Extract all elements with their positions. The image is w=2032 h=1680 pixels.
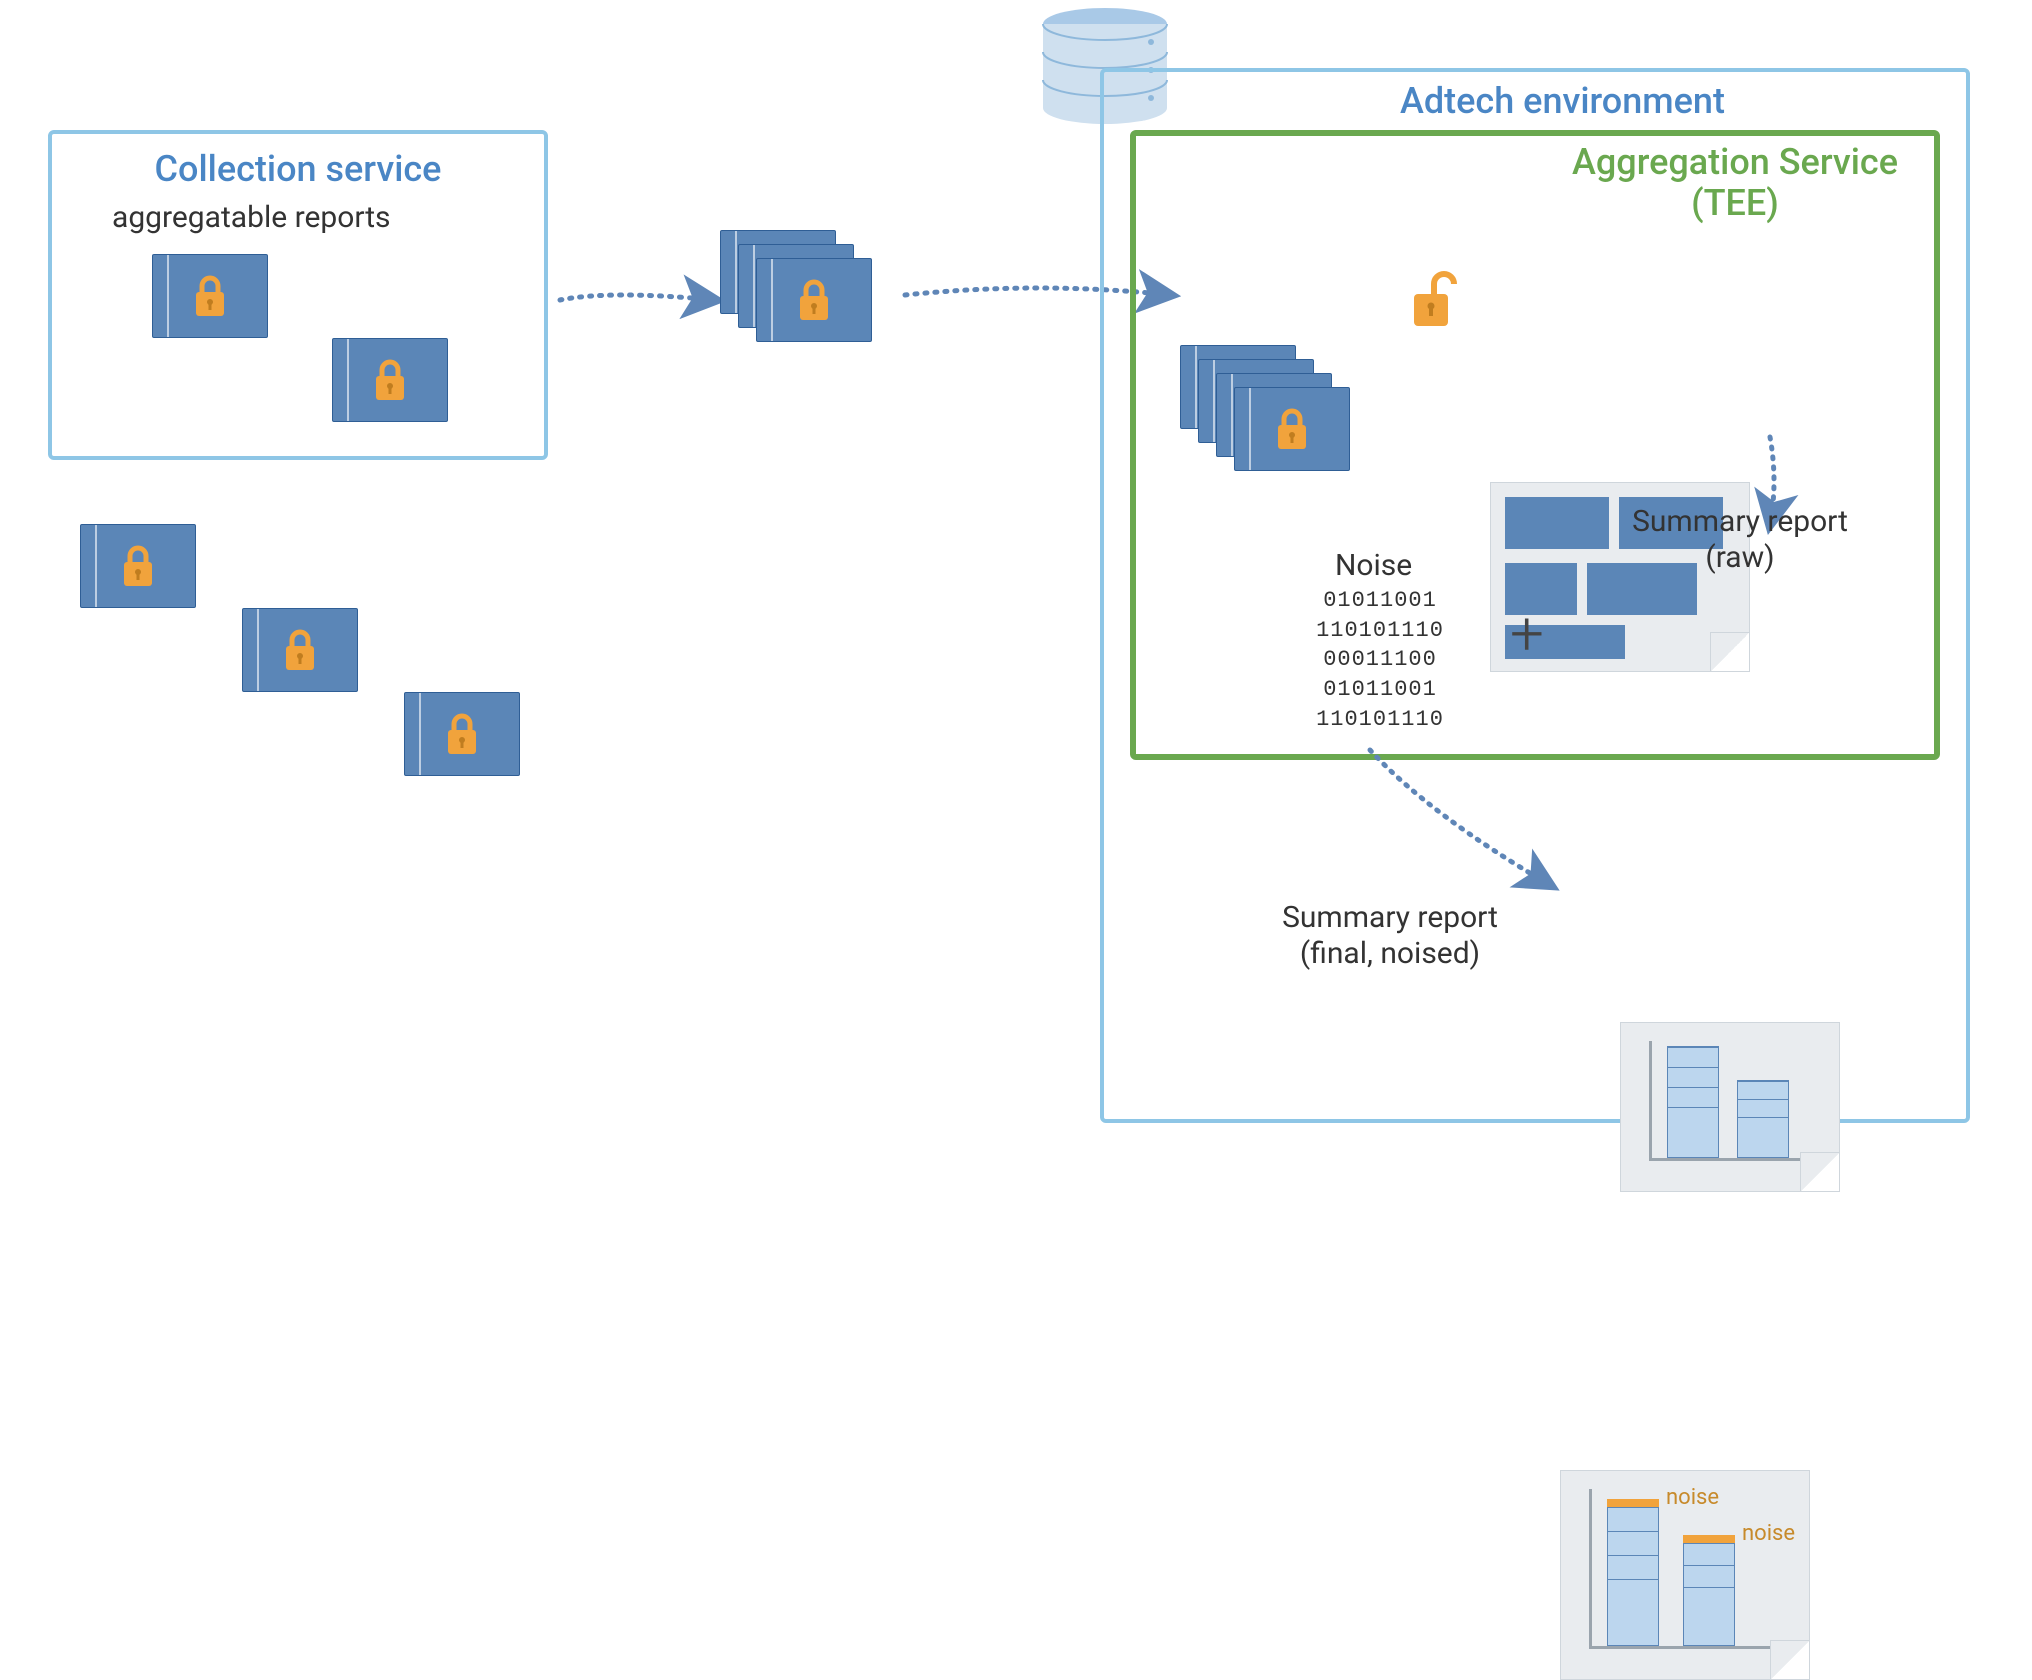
noise-caption: noise	[1742, 1521, 1795, 1546]
tee-reports-stack	[1180, 345, 1370, 475]
lock-closed-icon	[796, 278, 832, 322]
noise-label: Noise	[1335, 548, 1412, 583]
noise-bits-line: 01011001	[1300, 675, 1460, 705]
collection-service-box: Collection service aggregatable reports	[48, 130, 548, 460]
lock-closed-icon	[192, 274, 228, 318]
summary-final-line2: (final, noised)	[1300, 936, 1480, 971]
lock-closed-icon	[372, 358, 408, 402]
noise-bits: 01011001 110101110 00011100 01011001 110…	[1300, 586, 1460, 734]
noise-bits-line: 00011100	[1300, 645, 1460, 675]
noise-bits-line: 110101110	[1300, 616, 1460, 646]
summary-raw-label: Summary report (raw)	[1600, 504, 1880, 576]
locked-report	[756, 258, 872, 342]
noise-bits-line: 01011001	[1300, 586, 1460, 616]
summary-raw-line1: Summary report	[1632, 504, 1848, 539]
locked-report	[152, 254, 268, 338]
summary-final-label: Summary report (final, noised)	[1240, 900, 1540, 972]
arrow-collection-to-batch	[555, 280, 725, 320]
summary-final-line1: Summary report	[1282, 900, 1498, 935]
lock-open-icon	[1410, 270, 1460, 336]
aggregation-service-title: Aggregation Service (TEE)	[1540, 142, 1930, 225]
noise-bits-line: 110101110	[1300, 705, 1460, 735]
batched-reports-stack	[720, 230, 890, 350]
locked-report	[1234, 387, 1350, 471]
adtech-environment-title: Adtech environment	[1400, 80, 1725, 122]
plus-symbol: +	[1510, 598, 1544, 669]
lock-closed-icon	[282, 628, 318, 672]
lock-closed-icon	[444, 712, 480, 756]
aggregatable-reports-label: aggregatable reports	[112, 200, 391, 235]
collection-service-title: Collection service	[52, 148, 544, 190]
locked-report	[80, 524, 196, 608]
locked-report	[332, 338, 448, 422]
noise-caption: noise	[1666, 1485, 1719, 1510]
aggregation-title-line2: (TEE)	[1691, 182, 1779, 224]
lock-closed-icon	[120, 544, 156, 588]
summary-final-chart: noise noise	[1560, 1470, 1810, 1680]
locked-report	[242, 608, 358, 692]
summary-raw-line2: (raw)	[1705, 540, 1774, 575]
locked-report	[404, 692, 520, 776]
arrow-to-final	[1350, 745, 1570, 895]
aggregation-title-line1: Aggregation Service	[1572, 141, 1898, 183]
lock-closed-icon	[1274, 407, 1310, 451]
summary-raw-chart	[1620, 1022, 1840, 1192]
